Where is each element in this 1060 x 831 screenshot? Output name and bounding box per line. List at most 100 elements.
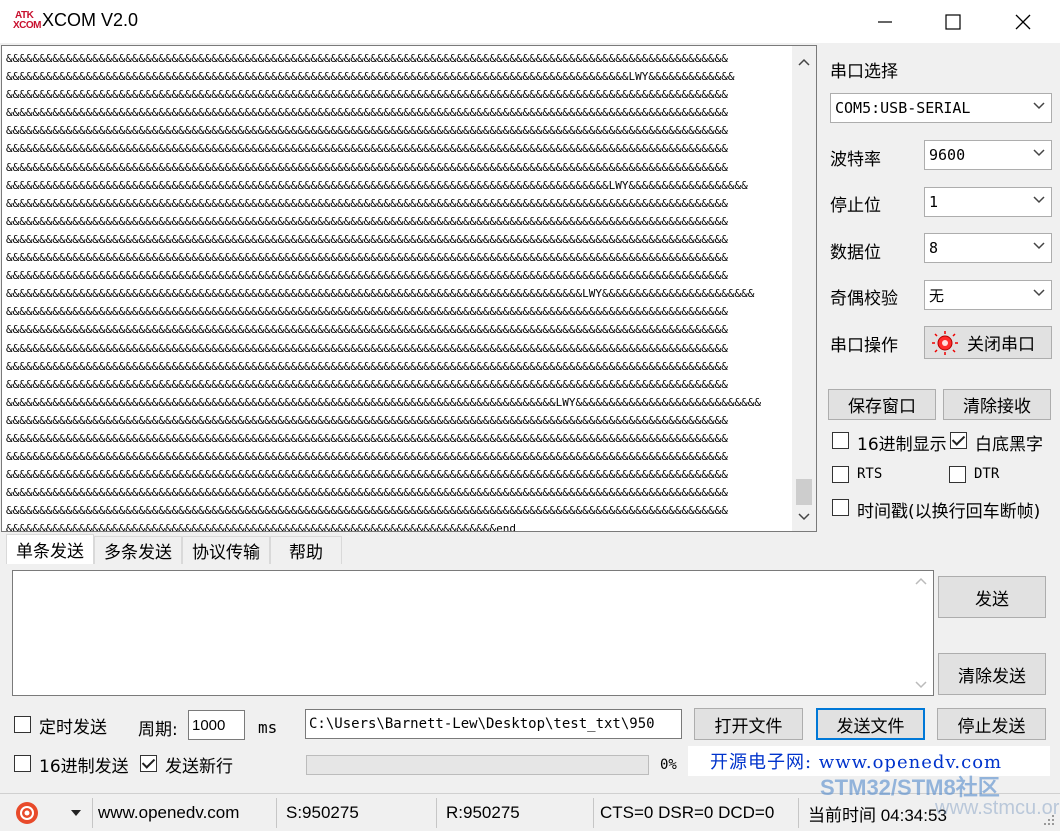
data-bits-label: 数据位 [830, 243, 881, 263]
chevron-up-icon [798, 58, 810, 66]
scroll-up-button[interactable] [792, 50, 816, 74]
minimize-button[interactable] [850, 0, 920, 43]
tab-help[interactable]: 帮助 [270, 536, 342, 564]
receive-line: &&&&&&&&&&&&&&&&&&&&&&&&&&&&&&&&&&&&&&&&… [6, 106, 728, 120]
hex-send-checkbox[interactable] [14, 755, 31, 772]
open-file-label: 打开文件 [714, 716, 783, 737]
receive-line: &&&&&&&&&&&&&&&&&&&&&&&&&&&&&&&&&&&&&&&&… [6, 341, 728, 355]
signal-status: CTS=0 DSR=0 DCD=0 [594, 798, 798, 828]
clear-receive-button[interactable]: 清除接收 [943, 389, 1051, 420]
white-bg-label: 白底黑字 [975, 435, 1043, 455]
parity-value: 无 [929, 286, 945, 305]
save-window-label: 保存窗口 [848, 397, 916, 417]
send-file-label: 发送文件 [836, 716, 905, 737]
period-label: 周期: [138, 720, 178, 740]
hex-send-label: 16进制发送 [39, 757, 129, 777]
send-textarea[interactable] [12, 570, 934, 696]
website-text: www.openedv.com [98, 803, 240, 822]
data-bits-select[interactable]: 8 [924, 233, 1052, 263]
receive-line: &&&&&&&&&&&&&&&&&&&&&&&&&&&&&&&&&&&&&&&&… [6, 124, 728, 138]
receive-line: &&&&&&&&&&&&&&&&&&&&&&&&&&&&&&&&&&&&&&&&… [6, 468, 728, 482]
timed-send-checkbox[interactable] [14, 716, 31, 733]
send-button[interactable]: 发送 [938, 576, 1046, 618]
settings-gear-icon [16, 802, 38, 824]
receive-line: &&&&&&&&&&&&&&&&&&&&&&&&&&&&&&&&&&&&&&&&… [6, 305, 728, 319]
receive-line: &&&&&&&&&&&&&&&&&&&&&&&&&&&&&&&&&&&&&&&&… [6, 160, 728, 174]
stop-bits-value: 1 [929, 193, 939, 211]
chevron-down-icon [1033, 149, 1045, 157]
close-button[interactable] [988, 0, 1058, 43]
receive-line: &&&&&&&&&&&&&&&&&&&&&&&&&&&&&&&&&&&&&&&&… [6, 196, 728, 210]
stop-send-label: 停止发送 [957, 716, 1026, 737]
receive-line: &&&&&&&&&&&&&&&&&&&&&&&&&&&&&&&&&&&&&&&&… [6, 287, 755, 301]
scroll-thumb[interactable] [796, 479, 812, 505]
receive-line: &&&&&&&&&&&&&&&&&&&&&&&&&&&&&&&&&&&&&&&&… [6, 522, 516, 532]
logo-bottom-text: XCOM [13, 20, 42, 31]
timed-send-label: 定时发送 [39, 718, 107, 738]
white-bg-checkbox[interactable] [950, 432, 967, 449]
receive-line: &&&&&&&&&&&&&&&&&&&&&&&&&&&&&&&&&&&&&&&&… [6, 52, 728, 65]
received-count-text: R:950275 [446, 803, 520, 822]
port-select[interactable]: COM5:USB-SERIAL [830, 93, 1052, 123]
tab-multi-send[interactable]: 多条发送 [94, 536, 182, 564]
watermark-url: www.stmcu.org [935, 797, 1060, 819]
receive-line: &&&&&&&&&&&&&&&&&&&&&&&&&&&&&&&&&&&&&&&&… [6, 431, 728, 445]
hex-display-checkbox[interactable] [832, 432, 849, 449]
scroll-down-button[interactable] [792, 505, 816, 529]
tab-label: 多条发送 [104, 543, 172, 563]
tab-single-send[interactable]: 单条发送 [6, 534, 94, 564]
website-link[interactable]: www.openedv.com [92, 798, 276, 828]
receive-line: &&&&&&&&&&&&&&&&&&&&&&&&&&&&&&&&&&&&&&&&… [6, 486, 728, 500]
tab-protocol[interactable]: 协议传输 [182, 536, 270, 564]
send-progress-bar [306, 755, 649, 775]
receive-line: &&&&&&&&&&&&&&&&&&&&&&&&&&&&&&&&&&&&&&&&… [6, 88, 728, 102]
parity-select[interactable]: 无 [924, 280, 1052, 310]
baud-label: 波特率 [830, 150, 881, 170]
period-value: 1000 [192, 716, 226, 734]
port-select-value: COM5:USB-SERIAL [835, 99, 971, 117]
chevron-down-icon [1033, 196, 1045, 204]
file-path-input[interactable]: C:\Users\Barnett-Lew\Desktop\test_txt\95… [305, 709, 682, 739]
chevron-up-icon[interactable] [915, 577, 927, 585]
close-port-button[interactable]: 关闭串口 [924, 326, 1052, 359]
save-window-button[interactable]: 保存窗口 [828, 389, 936, 420]
stop-bits-select[interactable]: 1 [924, 187, 1052, 217]
chevron-down-icon[interactable] [915, 681, 927, 689]
dtr-label: DTR [974, 466, 1000, 482]
receive-line: &&&&&&&&&&&&&&&&&&&&&&&&&&&&&&&&&&&&&&&&… [6, 214, 728, 228]
tab-label: 帮助 [289, 543, 323, 563]
clear-send-button[interactable]: 清除发送 [938, 653, 1046, 695]
caret-down-icon [71, 810, 81, 816]
minimize-icon [878, 20, 892, 23]
stop-send-button[interactable]: 停止发送 [937, 708, 1046, 740]
send-newline-checkbox[interactable] [140, 755, 157, 772]
rts-checkbox[interactable] [832, 466, 849, 483]
receive-line: &&&&&&&&&&&&&&&&&&&&&&&&&&&&&&&&&&&&&&&&… [6, 269, 728, 283]
chevron-down-icon [1033, 242, 1045, 250]
clear-receive-label: 清除接收 [963, 397, 1031, 417]
port-select-label: 串口选择 [830, 62, 898, 82]
send-file-button[interactable]: 发送文件 [816, 708, 925, 740]
receive-scrollbar[interactable] [792, 46, 816, 531]
progress-percent: 0% [660, 757, 677, 773]
receive-area[interactable]: &&&&&&&&&&&&&&&&&&&&&&&&&&&&&&&&&&&&&&&&… [1, 45, 817, 532]
period-input[interactable]: 1000 [188, 710, 245, 740]
period-unit: ms [258, 718, 278, 737]
chevron-down-icon [1033, 289, 1045, 297]
timestamp-checkbox[interactable] [832, 499, 849, 516]
tab-label: 协议传输 [192, 543, 260, 563]
baud-value: 9600 [929, 146, 966, 164]
open-file-button[interactable]: 打开文件 [694, 708, 803, 740]
window-title: XCOM V2.0 [42, 10, 139, 30]
maximize-button[interactable] [918, 0, 988, 43]
current-time-text: 当前时间 04:34:53 [808, 805, 947, 825]
receive-line: &&&&&&&&&&&&&&&&&&&&&&&&&&&&&&&&&&&&&&&&… [6, 395, 761, 409]
dtr-checkbox[interactable] [949, 466, 966, 483]
settings-menu[interactable] [8, 798, 88, 828]
received-count: R:950275 [440, 798, 593, 828]
receive-text[interactable]: &&&&&&&&&&&&&&&&&&&&&&&&&&&&&&&&&&&&&&&&… [6, 50, 786, 532]
tab-label: 单条发送 [16, 542, 84, 562]
receive-line: &&&&&&&&&&&&&&&&&&&&&&&&&&&&&&&&&&&&&&&&… [6, 232, 728, 246]
receive-line: &&&&&&&&&&&&&&&&&&&&&&&&&&&&&&&&&&&&&&&&… [6, 377, 728, 391]
baud-select[interactable]: 9600 [924, 140, 1052, 170]
